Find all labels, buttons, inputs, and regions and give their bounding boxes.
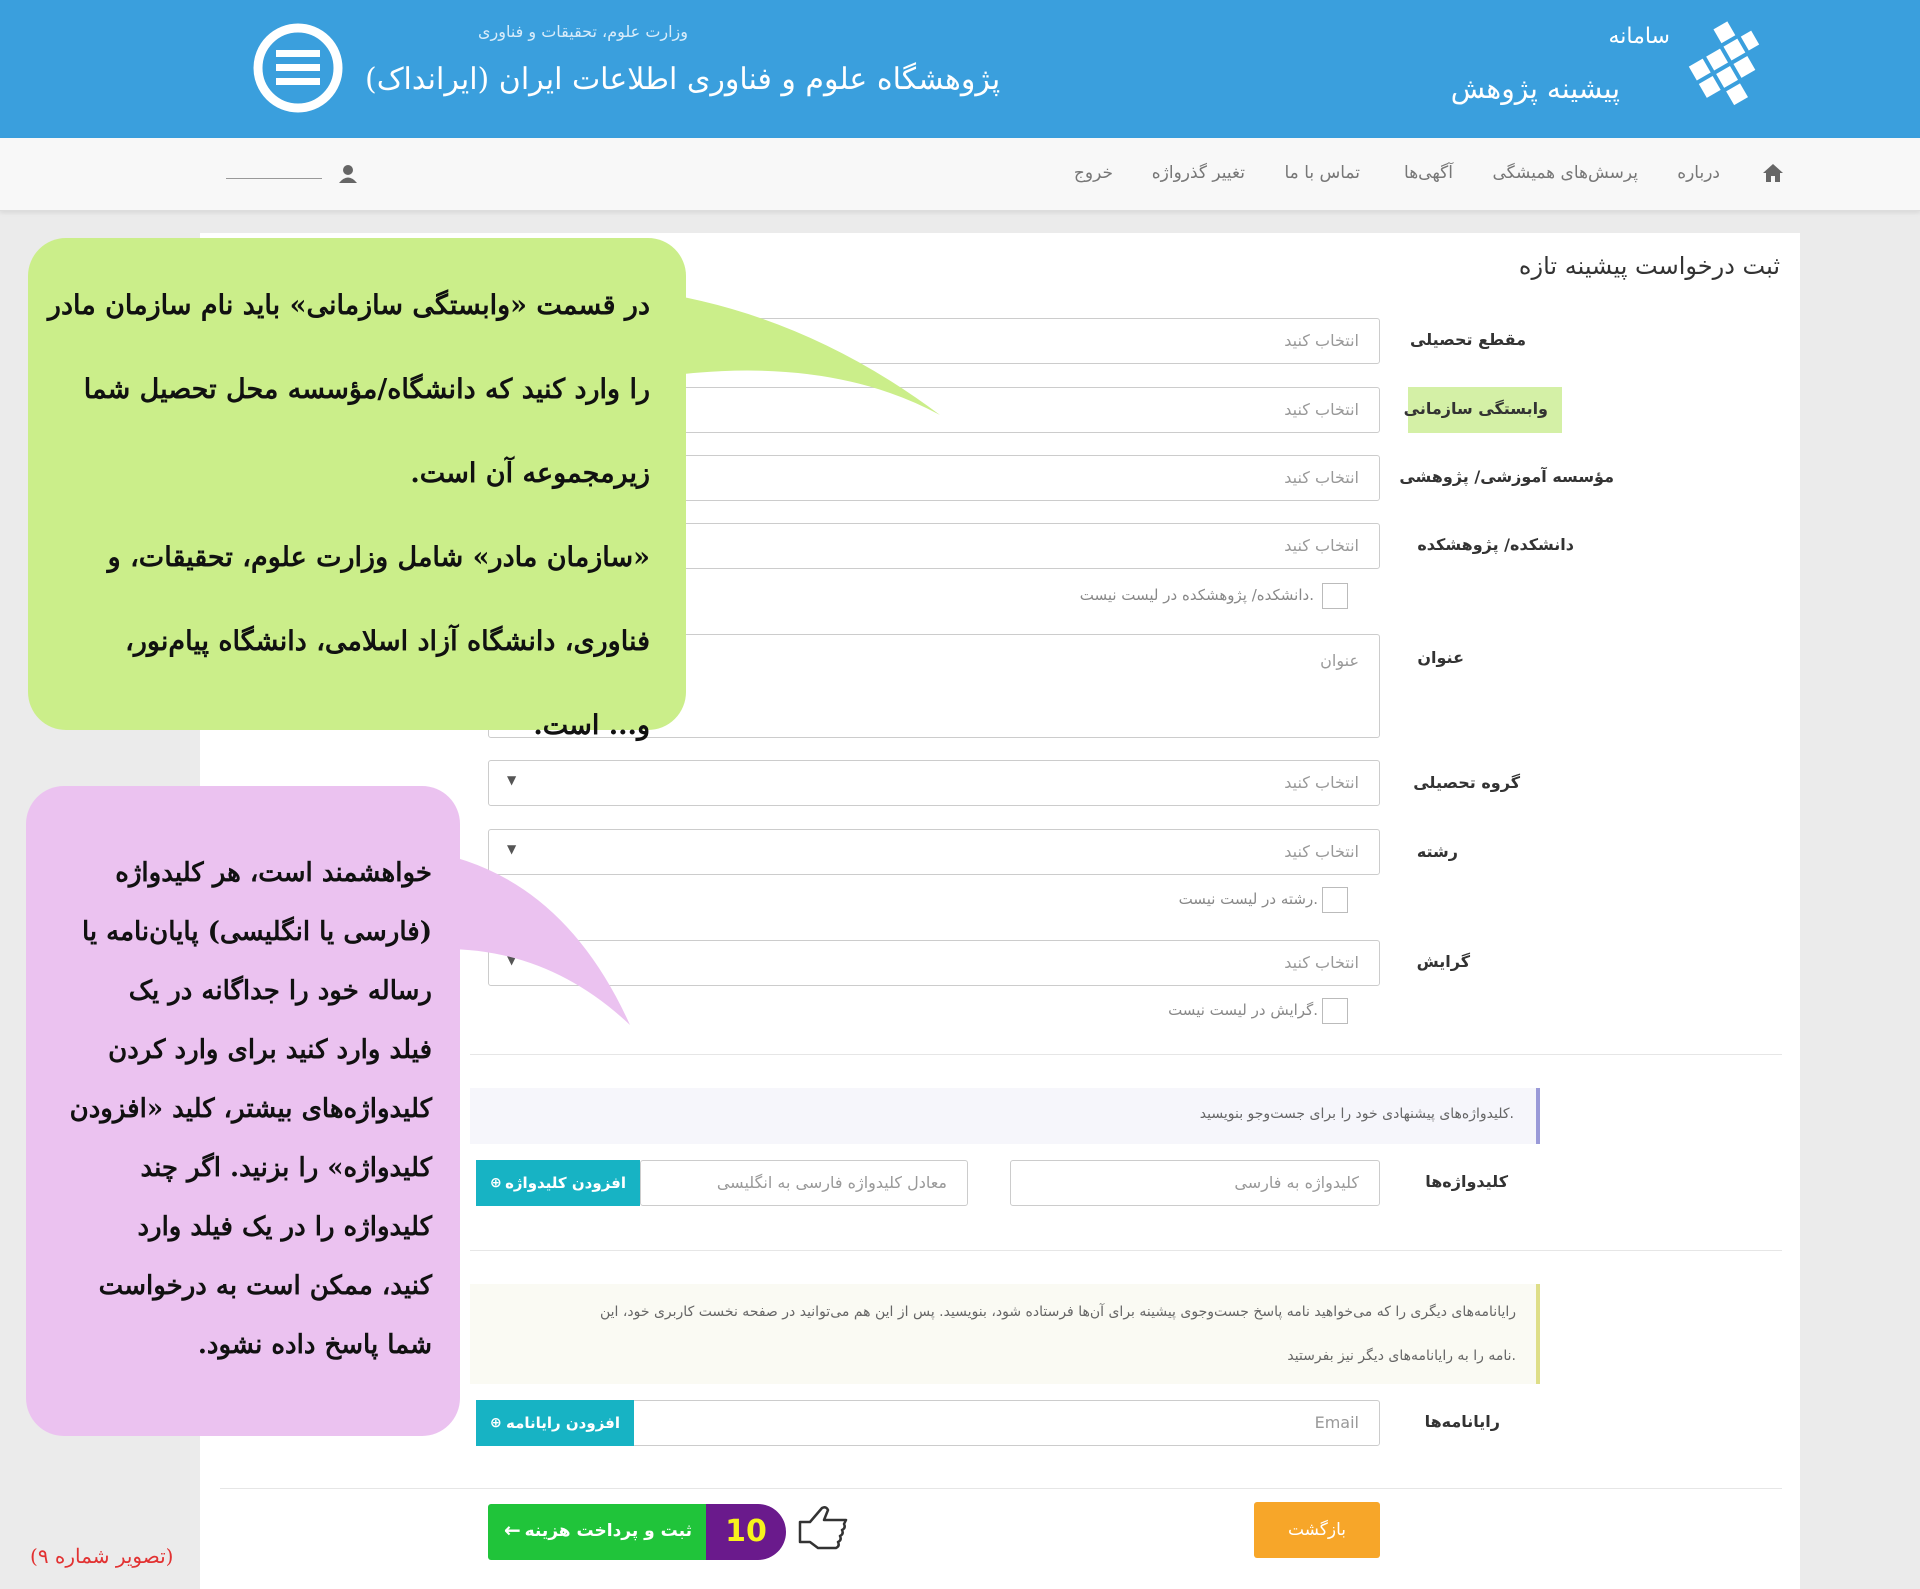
- keyword-en-placeholder: معادل کلیدواژه فارسی به انگلیسی: [716, 1173, 947, 1192]
- orientation-not-listed-checkbox[interactable]: [1322, 998, 1348, 1024]
- callout-pink-line-2: (فارسی یا انگلیسی) پایان‌نامه یا: [81, 917, 432, 947]
- irandoc-logo-icon: [253, 23, 343, 113]
- add-email-button[interactable]: ⊕ افزودن رایانامه: [476, 1400, 634, 1446]
- submit-pay-button[interactable]: ← ثبت و پرداخت هزینه: [488, 1504, 708, 1560]
- faculty-placeholder: انتخاب کنید: [1284, 536, 1359, 555]
- affiliation-placeholder: انتخاب کنید: [1284, 400, 1359, 419]
- affiliation-callout: در قسمت «وابستگی سازمانی» باید نام سازما…: [28, 238, 686, 741]
- callout-green-line-1: در قسمت «وابستگی سازمانی» باید نام سازما…: [47, 290, 650, 321]
- nav-ads[interactable]: آگهی‌ها: [1404, 163, 1453, 183]
- keywords-callout: خواهشمند است، هر کلیدواژه (فارسی یا انگل…: [26, 786, 460, 1436]
- add-keyword-button[interactable]: ⊕ افزودن کلیدواژه: [476, 1160, 640, 1206]
- institute-name: پژوهشگاه علوم و فناوری اطلاعات ایران (ای…: [365, 62, 1001, 97]
- page-title: ثبت درخواست پیشینه تازه: [1518, 252, 1780, 280]
- step-number-badge: 10: [706, 1504, 786, 1560]
- emails-label: رایانامه‌ها: [1424, 1412, 1500, 1431]
- keyword-fa-placeholder: کلیدواژه به فارسی: [1234, 1173, 1359, 1192]
- site-header: سامانه پیشینه پژوهش وزارت علوم، تحقیقات …: [0, 0, 1920, 138]
- degree-placeholder: انتخاب کنید: [1284, 331, 1359, 350]
- orientation-not-listed-label: گرایش در لیست نیست.: [1168, 1001, 1318, 1019]
- user-icon[interactable]: [338, 164, 358, 184]
- keywords-info-box: کلیدواژه‌های پیشنهادی خود را برای جست‌وج…: [470, 1088, 1540, 1144]
- divider: [470, 1054, 1782, 1055]
- nav-contact[interactable]: تماس با ما: [1285, 163, 1361, 183]
- affiliation-label: وابستگی سازمانی: [1403, 399, 1548, 418]
- degree-label: مقطع تحصیلی: [1409, 330, 1526, 349]
- callout-green-line-5: فناوری، دانشگاه آزاد اسلامی، دانشگاه پیا…: [125, 626, 650, 657]
- group-placeholder: انتخاب کنید: [1284, 773, 1359, 792]
- callout-pink-line-4: فیلد وارد کنید برای وارد کردن: [108, 1035, 432, 1065]
- callout-pink-line-7: کلیدواژه را در یک فیلد وارد: [137, 1212, 432, 1242]
- nav-about[interactable]: درباره: [1677, 163, 1720, 183]
- grid-logo-icon: [1688, 21, 1760, 106]
- keyword-en-input[interactable]: معادل کلیدواژه فارسی به انگلیسی: [640, 1160, 968, 1206]
- callout-green-line-6: و... است.: [533, 710, 650, 741]
- field-label: رشته: [1416, 842, 1458, 861]
- ministry-label: وزارت علوم، تحقیقات و فناوری: [478, 22, 688, 41]
- emails-info-box: رایانامه‌های دیگری را که می‌خواهید نامه …: [470, 1284, 1540, 1384]
- back-button[interactable]: بازگشت: [1254, 1502, 1380, 1558]
- callout-pink-line-5: کلیدواژه‌های بیشتر، کلید «افزودن: [69, 1094, 432, 1124]
- nav-change-password[interactable]: تغییر گذرواژه: [1152, 163, 1245, 183]
- orientation-placeholder: انتخاب کنید: [1284, 953, 1359, 972]
- home-icon[interactable]: [1762, 163, 1784, 183]
- plus-circle-icon: ⊕: [490, 1175, 502, 1191]
- divider: [470, 1250, 1782, 1251]
- add-keyword-label: افزودن کلیدواژه: [505, 1174, 626, 1192]
- orientation-label: گرایش: [1416, 952, 1470, 971]
- add-email-label: افزودن رایانامه: [505, 1414, 620, 1432]
- title-label: عنوان: [1417, 648, 1464, 667]
- keyword-fa-input[interactable]: کلیدواژه به فارسی: [1010, 1160, 1380, 1206]
- plus-circle-icon: ⊕: [490, 1415, 502, 1431]
- arrow-left-icon: ←: [504, 1518, 521, 1542]
- figure-caption: (تصویر شماره ۹): [30, 1544, 174, 1568]
- keywords-label: کلیدواژه‌ها: [1425, 1172, 1508, 1191]
- group-label: گروه تحصیلی: [1413, 773, 1520, 792]
- callout-green-line-2: را وارد کنید که دانشگاه/مؤسسه محل تحصیل …: [83, 374, 650, 405]
- chevron-down-icon: ▼: [507, 773, 517, 787]
- title-placeholder: عنوان: [1320, 651, 1359, 670]
- pointing-hand-icon: [798, 1506, 848, 1550]
- username-line: [226, 178, 322, 179]
- callout-pink-line-1: خواهشمند است، هر کلیدواژه: [115, 858, 432, 888]
- faculty-label: دانشکده/ پژوهشکده: [1417, 535, 1574, 554]
- callout-pink-line-3: رساله خود را جداگانه در یک: [128, 976, 432, 1006]
- institute-placeholder: انتخاب کنید: [1284, 468, 1359, 487]
- institute-label: مؤسسه آموزشی/ پژوهشی: [1399, 467, 1614, 486]
- system-name: پیشینه پژوهش: [1450, 72, 1620, 105]
- email-input[interactable]: Email: [632, 1400, 1380, 1446]
- callout-green-line-4: «سازمان مادر» شامل وزارت علوم، تحقیقات، …: [107, 542, 650, 573]
- field-placeholder: انتخاب کنید: [1284, 842, 1359, 861]
- nav-logout[interactable]: خروج: [1074, 163, 1113, 183]
- system-label: سامانه: [1608, 24, 1670, 49]
- emails-info-line1: رایانامه‌های دیگری را که می‌خواهید نامه …: [599, 1304, 1516, 1320]
- divider: [220, 1488, 1782, 1489]
- callout-green-line-3: زیرمجموعه آن است.: [410, 458, 650, 489]
- submit-pay-label: ثبت و پرداخت هزینه: [524, 1521, 692, 1541]
- callout-pink-line-8: کنید، ممکن است به درخواست: [98, 1271, 432, 1301]
- nav-faq[interactable]: پرسش‌های همیشگی: [1492, 163, 1638, 183]
- field-not-listed-checkbox[interactable]: [1322, 887, 1348, 913]
- emails-info-line2: نامه را به رایانامه‌های دیگر نیز بفرستید…: [1287, 1348, 1516, 1364]
- field-not-listed-label: رشته در لیست نیست.: [1178, 890, 1318, 908]
- keywords-info-text: کلیدواژه‌های پیشنهادی خود را برای جست‌وج…: [1199, 1106, 1514, 1122]
- faculty-not-listed-label: دانشکده/ پژوهشکده در لیست نیست.: [1079, 586, 1314, 604]
- callout-pink-line-9: شما پاسخ داده نشود.: [197, 1330, 432, 1360]
- faculty-not-listed-checkbox[interactable]: [1322, 583, 1348, 609]
- callout-pink-line-6: کلیدواژه» را بزنید. اگر چند: [140, 1153, 432, 1183]
- email-placeholder: Email: [1314, 1413, 1359, 1432]
